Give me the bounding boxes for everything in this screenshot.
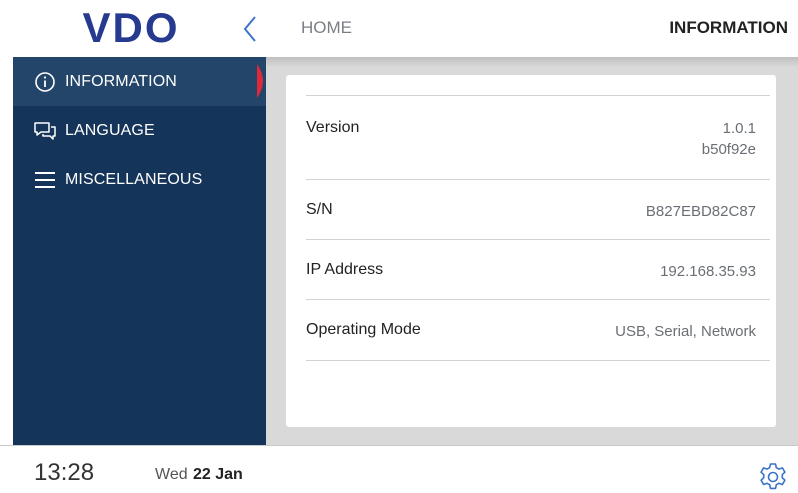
svg-text:VDO: VDO — [82, 8, 179, 48]
vdo-logo: VDO — [82, 8, 179, 48]
sidebar-item-language[interactable]: LANGUAGE — [13, 106, 266, 155]
back-chevron-icon[interactable] — [236, 13, 266, 45]
operating-mode-value: USB, Serial, Network — [615, 323, 756, 340]
sidebar-item-label: MISCELLANEOUS — [65, 170, 203, 188]
version-value: 1.0.1 b50f92e — [702, 118, 756, 160]
page-title: INFORMATION — [669, 18, 788, 37]
date-weekday: Wed — [155, 466, 188, 483]
breadcrumb-home[interactable]: HOME — [301, 18, 352, 38]
panel-shadow — [266, 57, 798, 67]
version-label: Version — [306, 119, 360, 136]
status-bar: 13:28 Wed 22 Jan — [0, 445, 798, 492]
ip-address-value: 192.168.35.93 — [660, 263, 756, 280]
serial-number-value: B827EBD82C87 — [645, 203, 756, 220]
gear-icon[interactable] — [757, 461, 789, 493]
date-day-month: 22 Jan — [193, 466, 243, 483]
chat-bubbles-icon — [34, 121, 56, 140]
serial-number-label: S/N — [306, 201, 333, 218]
divider — [306, 299, 770, 300]
sidebar-item-label: INFORMATION — [65, 72, 177, 90]
sidebar: INFORMATION LANGUAGE MISCELLANEOUS — [13, 57, 266, 445]
version-number: 1.0.1 — [722, 120, 756, 137]
divider — [306, 360, 770, 361]
sidebar-item-information[interactable]: INFORMATION — [13, 57, 266, 106]
divider — [306, 179, 770, 180]
sidebar-item-label: LANGUAGE — [65, 121, 155, 139]
version-build: b50f92e — [701, 141, 756, 158]
main-panel: Version 1.0.1 b50f92e S/N B827EBD82C87 I… — [266, 57, 798, 445]
ip-address-label: IP Address — [306, 261, 384, 278]
divider — [306, 95, 770, 96]
menu-lines-icon — [35, 171, 55, 188]
info-circle-icon — [35, 71, 55, 92]
divider — [306, 239, 770, 240]
operating-mode-label: Operating Mode — [306, 321, 421, 338]
sidebar-item-miscellaneous[interactable]: MISCELLANEOUS — [13, 155, 266, 204]
information-card: Version 1.0.1 b50f92e S/N B827EBD82C87 I… — [286, 75, 776, 427]
header-bar: VDO HOME INFORMATION — [0, 0, 798, 57]
clock-time: 13:28 — [34, 459, 95, 486]
